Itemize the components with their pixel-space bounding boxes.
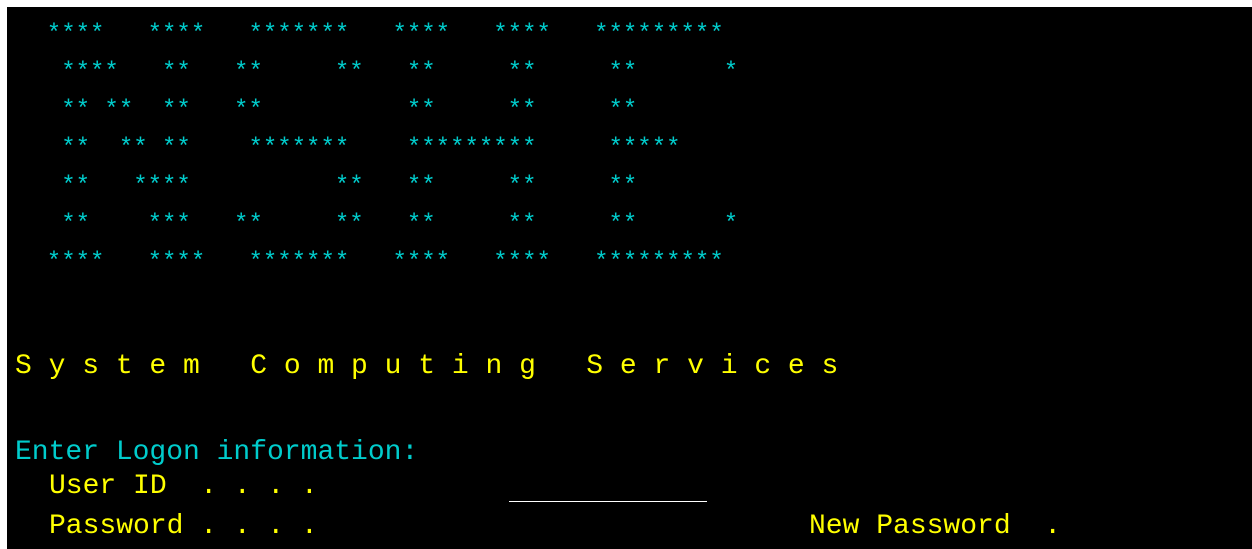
banner-row: **** **** ******* **** **** ********* <box>18 21 724 48</box>
banner-row: ** ** ** ******* ********* ***** <box>18 135 681 162</box>
terminal-screen: **** **** ******* **** **** ********* **… <box>7 7 1252 549</box>
banner-row: ** **** ** ** ** ** <box>18 173 638 200</box>
new-password-input[interactable] <box>1185 513 1245 541</box>
banner-row: ** ** ** ** ** ** ** <box>18 97 638 124</box>
new-password-label: New Password . <box>809 511 1062 542</box>
password-label: Password . . . . <box>49 511 318 542</box>
user-id-input[interactable] <box>509 473 707 502</box>
banner-row: **** **** ******* **** **** ********* <box>18 249 724 276</box>
user-id-label: User ID . . . . <box>49 471 318 502</box>
password-input[interactable] <box>487 513 787 541</box>
user-id-row: User ID . . . . <box>7 467 1252 507</box>
password-row: Password . . . . New Password . <box>7 507 1252 547</box>
banner-row: **** ** ** ** ** ** ** * <box>18 59 739 86</box>
system-title: S y s t e m C o m p u t i n g S e r v i … <box>15 351 839 382</box>
banner-row: ** *** ** ** ** ** ** * <box>18 211 739 238</box>
